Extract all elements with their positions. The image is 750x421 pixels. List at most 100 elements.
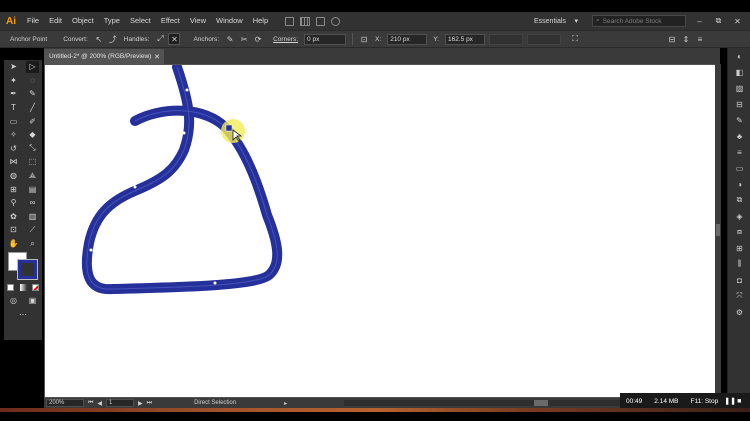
corners-label[interactable]: Corners: [269, 36, 302, 43]
menu-object[interactable]: Object [67, 12, 99, 30]
gradient-mode-icon[interactable] [17, 281, 30, 293]
prev-artboard-icon[interactable]: ◀ [97, 400, 102, 407]
panel-menu-icon[interactable]: ≡ [694, 33, 706, 45]
curvature-icon[interactable]: ✎ [26, 88, 39, 100]
stroke-swatch[interactable] [17, 259, 38, 281]
align-options-icon[interactable]: ⊟ [666, 33, 678, 45]
corner-radius-field[interactable]: 0 px [304, 33, 347, 45]
paintbrush-icon[interactable]: ✐ [26, 115, 39, 127]
layers-icon[interactable]: ⧈ [728, 224, 750, 240]
isolate-object-icon[interactable]: ⛶ [569, 33, 581, 45]
anchor-point[interactable] [185, 88, 189, 92]
screen-mode-icon[interactable]: ▣ [26, 295, 39, 307]
menu-effect[interactable]: Effect [156, 12, 185, 30]
show-handles-icon[interactable]: ⤢ [154, 33, 166, 45]
symbol-sprayer-icon[interactable]: ✿ [7, 210, 20, 222]
rotate-icon[interactable]: ↺ [7, 142, 20, 154]
restore-button[interactable]: ⧉ [709, 12, 728, 30]
image-trace-icon[interactable]: ⊟ [728, 96, 750, 112]
graphic-styles-icon[interactable]: ◈ [728, 208, 750, 224]
horizontal-scroll-thumb[interactable] [534, 400, 548, 406]
y-position-field[interactable]: 162.5 px [445, 33, 485, 45]
symbols-icon[interactable]: ♣ [728, 128, 750, 144]
next-artboard-icon[interactable]: ▶ [138, 400, 143, 407]
menu-type[interactable]: Type [99, 12, 125, 30]
draw-mode-icon[interactable]: ◎ [7, 295, 20, 307]
selection-icon[interactable]: ➤ [7, 61, 20, 73]
artboard-number-field[interactable]: 1 [106, 399, 135, 407]
appearance-icon[interactable]: ⧉ [728, 192, 750, 208]
transform-options-icon[interactable]: ⇕ [680, 33, 692, 45]
artboards-icon[interactable]: ⊞ [728, 240, 750, 256]
anchor-point[interactable] [182, 131, 186, 135]
menu-edit[interactable]: Edit [44, 12, 67, 30]
horizontal-scrollbar[interactable] [344, 400, 664, 406]
zoom-field[interactable]: 200% [46, 399, 84, 407]
gradient-panel-icon[interactable]: ▭ [728, 160, 750, 176]
gpu-performance-icon[interactable] [331, 16, 341, 26]
free-transform-icon[interactable]: ⬚ [26, 156, 39, 168]
transform-icon[interactable]: ⤧ [728, 288, 750, 304]
pen-icon[interactable]: ✒ [7, 88, 20, 100]
gradient-icon[interactable]: ▤ [26, 183, 39, 195]
cc-libraries-icon[interactable]: ▨ [728, 80, 750, 96]
color-mode-icon[interactable] [4, 281, 17, 293]
height-field[interactable] [527, 33, 561, 45]
shaper-icon[interactable]: ✧ [7, 129, 20, 141]
close-window-button[interactable]: ✕ [728, 12, 747, 30]
menu-window[interactable]: Window [211, 12, 248, 30]
anchor-point[interactable] [223, 159, 227, 163]
anchor-point[interactable] [89, 248, 93, 252]
type-icon[interactable]: T [7, 102, 20, 114]
lasso-icon[interactable]: ◌ [26, 74, 39, 86]
zoom-icon[interactable]: ⌕ [26, 238, 39, 250]
anchor-point[interactable] [213, 281, 217, 285]
magic-wand-icon[interactable]: ✦ [7, 74, 20, 86]
close-tab-icon[interactable]: ✕ [154, 53, 160, 61]
search-input[interactable]: ⌕ Search Adobe Stock [592, 15, 686, 27]
none-mode-icon[interactable] [29, 281, 42, 293]
color-icon[interactable]: ◐ [728, 48, 750, 64]
direct-selection-icon[interactable]: ▷ [26, 60, 39, 73]
menu-file[interactable]: File [22, 12, 44, 30]
stop-icon[interactable]: ■ [734, 398, 744, 405]
selected-anchor[interactable] [225, 124, 233, 132]
convert-to-corner-icon[interactable]: ↖ [93, 33, 105, 45]
links-icon[interactable]: ⚙ [728, 304, 750, 320]
slice-icon[interactable]: ⟋ [26, 224, 39, 236]
width-icon[interactable]: ⋈ [7, 156, 20, 168]
mesh-icon[interactable]: ⊞ [7, 183, 20, 195]
pathfinder-icon[interactable]: ◘ [728, 272, 750, 288]
shape-builder-icon[interactable]: ◍ [7, 170, 20, 182]
workspace-switcher[interactable]: Essentials ▾ [530, 15, 582, 27]
hand-icon[interactable]: ✋ [7, 238, 20, 250]
vertical-scroll-thumb[interactable] [716, 224, 720, 236]
stroke-path[interactable] [81, 65, 283, 295]
pause-icon[interactable]: ❚❚ [724, 397, 736, 405]
blend-icon[interactable]: ∞ [26, 197, 39, 209]
reference-point-icon[interactable]: ⊡ [358, 33, 370, 45]
arrange-documents-icon[interactable] [300, 16, 311, 26]
x-position-field[interactable]: 210 px [387, 33, 428, 45]
document-tab[interactable]: Untitled-2* @ 200% (RGB/Preview) ✕ [44, 49, 164, 64]
arrange-dropdown-icon[interactable] [316, 16, 326, 26]
fill-stroke-control[interactable] [4, 250, 42, 281]
brushes-icon[interactable]: ✎ [728, 112, 750, 128]
artboard-icon[interactable]: ⊡ [7, 224, 20, 236]
width-field[interactable] [489, 33, 523, 45]
align-icon[interactable]: ⫼ [728, 256, 750, 272]
color-guide-icon[interactable]: ◧ [728, 64, 750, 80]
connect-anchors-icon[interactable]: ⟳ [252, 33, 264, 45]
menu-view[interactable]: View [185, 12, 211, 30]
artboard[interactable] [45, 65, 715, 397]
first-artboard-icon[interactable]: ⏮ [88, 400, 93, 407]
convert-to-smooth-icon[interactable]: ⤴ [107, 33, 119, 45]
bridge-icon[interactable] [285, 16, 295, 26]
scale-icon[interactable]: ⤡ [26, 142, 39, 154]
remove-anchor-icon[interactable]: ✎ [224, 33, 236, 45]
last-artboard-icon[interactable]: ⏭ [147, 400, 152, 407]
cut-path-icon[interactable]: ✂ [238, 33, 250, 45]
eyedropper-icon[interactable]: ⚲ [7, 197, 20, 209]
status-menu-icon[interactable]: ▸ [284, 400, 287, 407]
anchor-point[interactable] [133, 185, 137, 189]
